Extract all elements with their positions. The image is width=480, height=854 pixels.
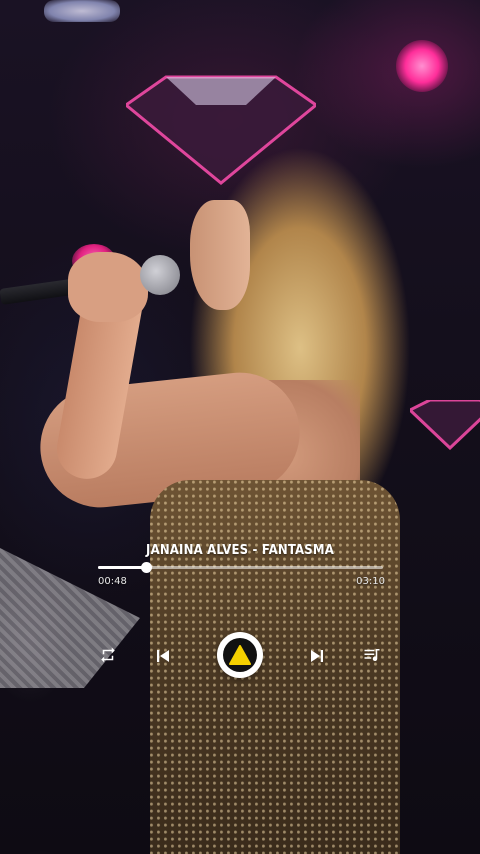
sequin-dress (150, 480, 400, 854)
total-time: 03:10 (356, 576, 385, 587)
progress-bar[interactable] (98, 562, 383, 573)
playlist-queue-icon (364, 649, 380, 662)
track-title: JANAINA ALVES - FANTASMA (146, 543, 334, 558)
play-button-ring (223, 638, 257, 672)
repeat-icon (101, 647, 115, 663)
progress-fill (98, 566, 147, 569)
previous-button[interactable] (152, 645, 174, 667)
skip-previous-icon (157, 650, 169, 662)
singer-hand (68, 252, 148, 322)
queue-button[interactable] (361, 644, 383, 666)
microphone (140, 255, 180, 295)
next-button[interactable] (306, 645, 328, 667)
elapsed-time: 00:48 (98, 576, 127, 587)
background-photo (0, 0, 480, 854)
play-button[interactable] (217, 632, 263, 678)
stage-light (44, 0, 120, 22)
skip-next-icon (311, 650, 323, 662)
repeat-button[interactable] (97, 644, 119, 666)
singer-face (190, 200, 250, 310)
stage-light (396, 40, 448, 92)
play-icon (229, 645, 251, 665)
